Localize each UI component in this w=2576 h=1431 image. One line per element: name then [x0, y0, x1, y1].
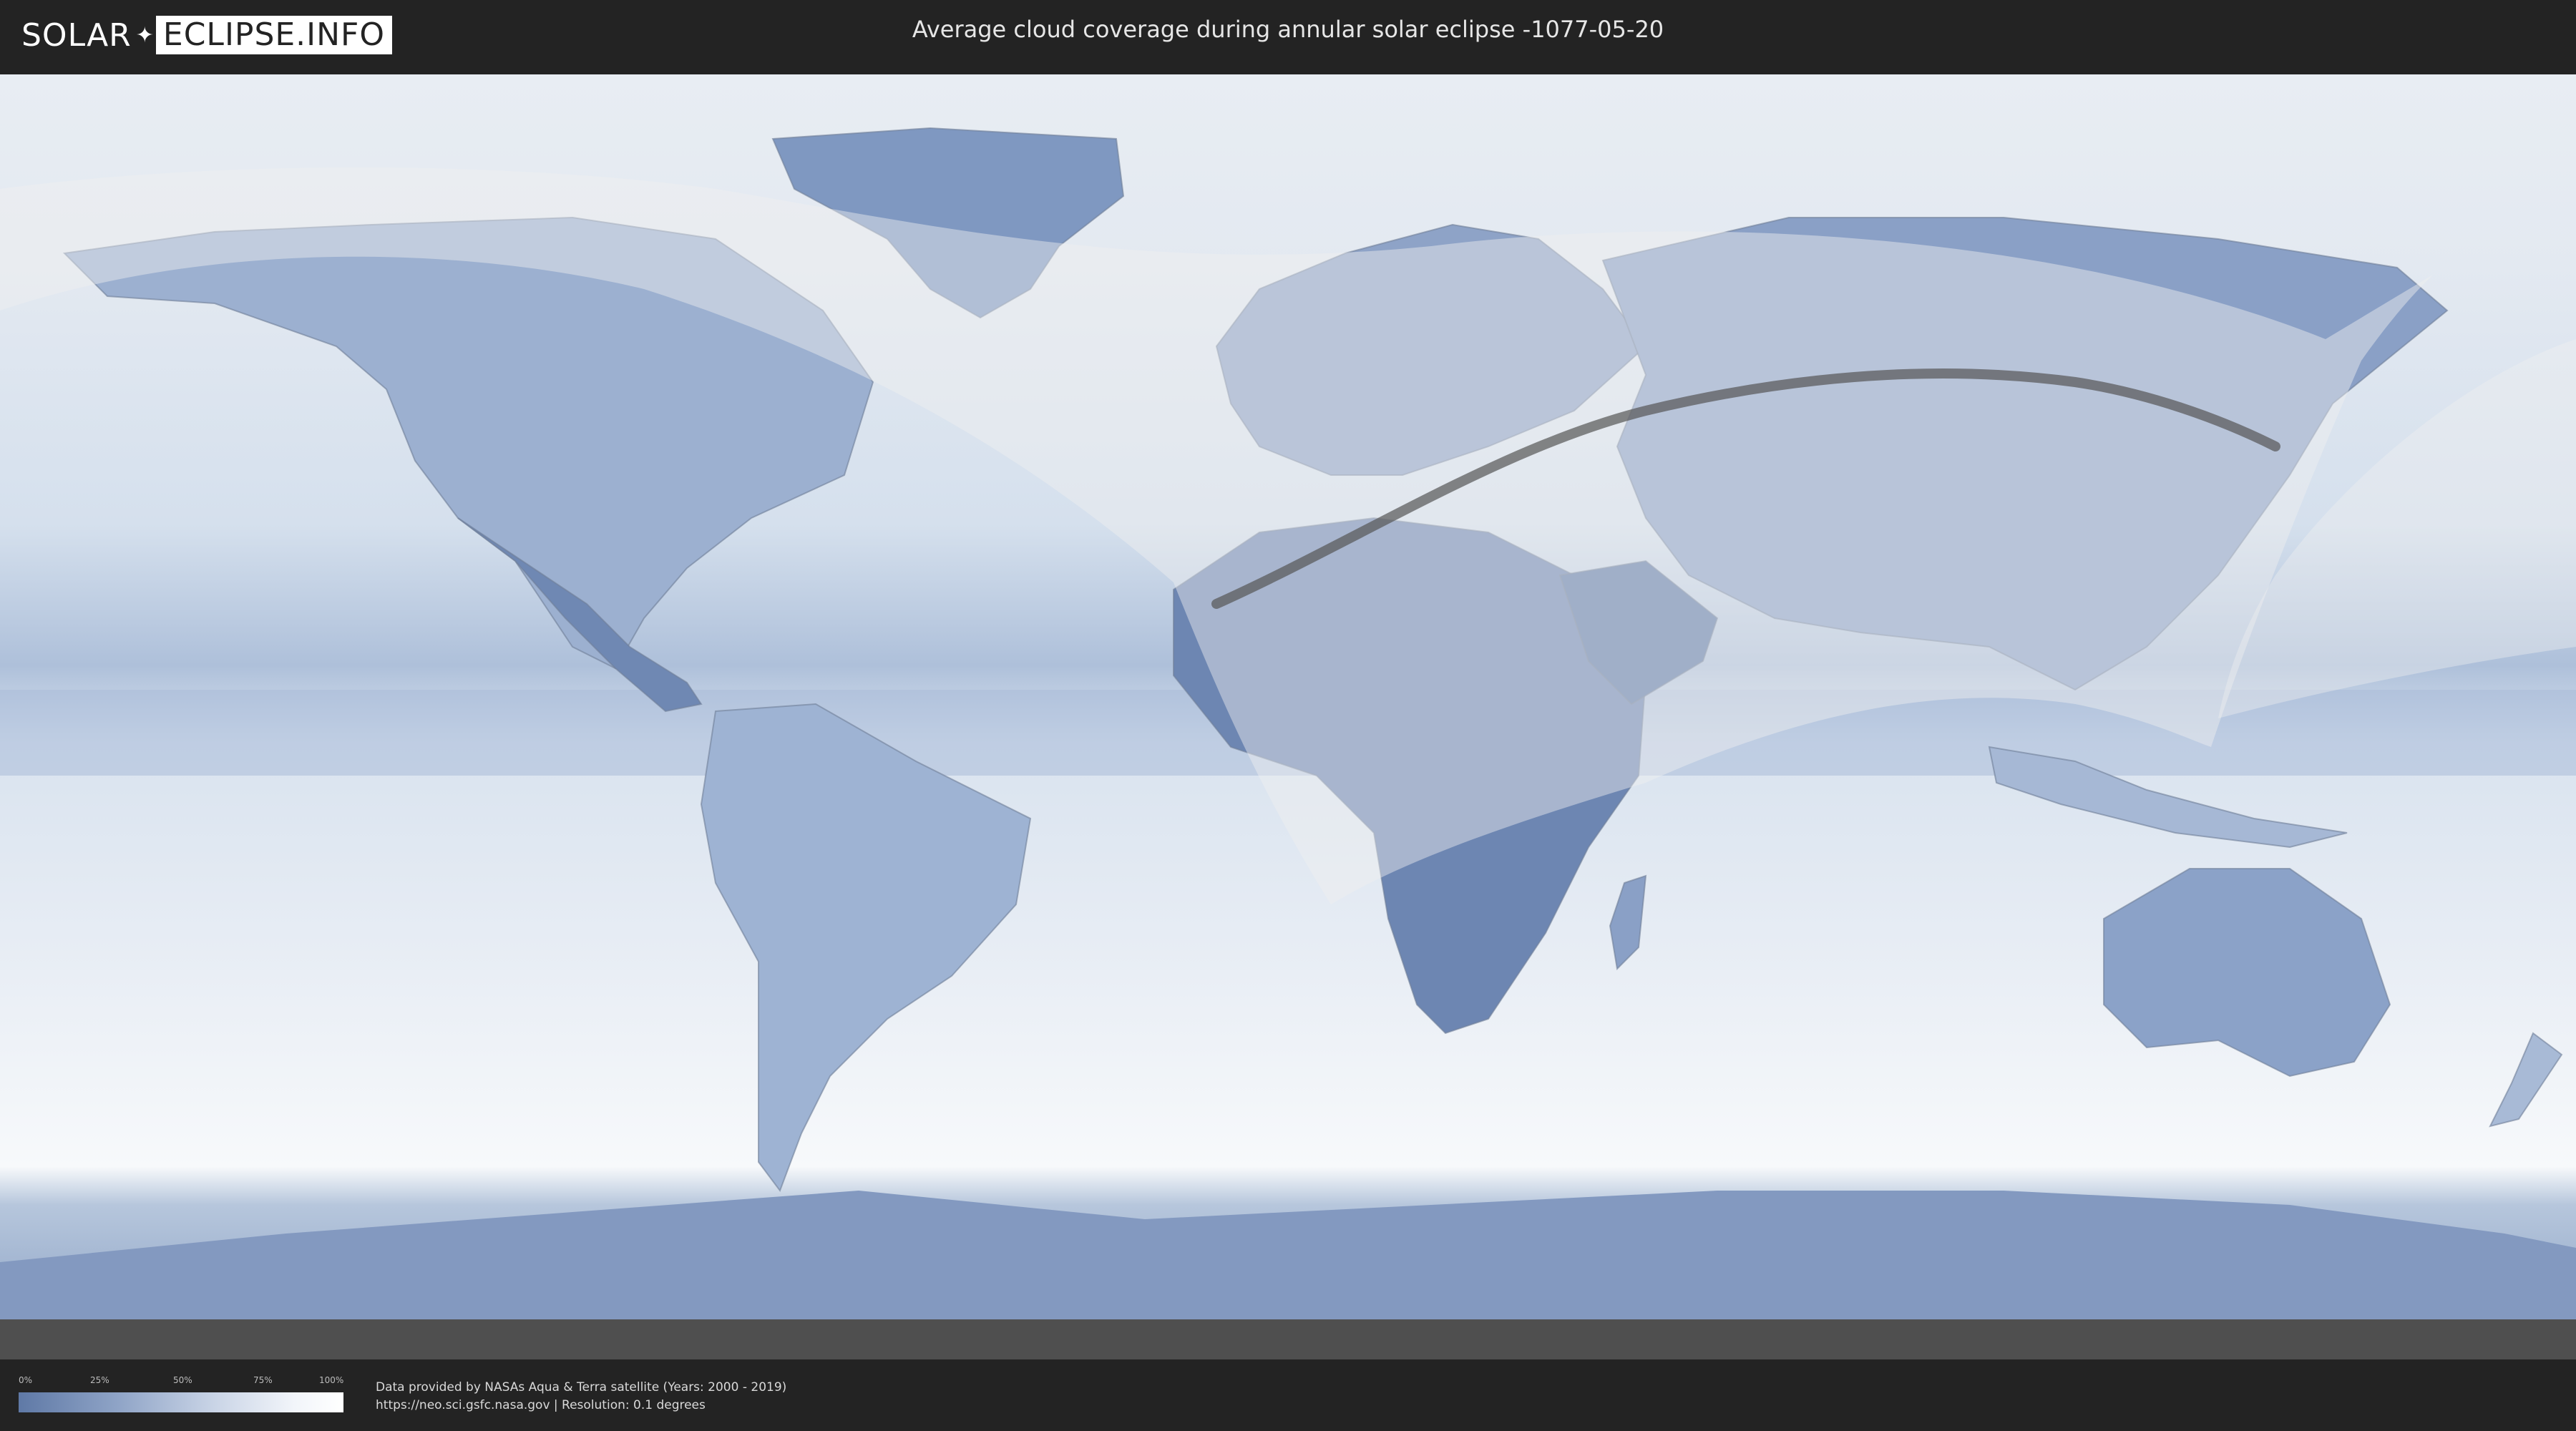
legend-tick: 50%	[173, 1375, 192, 1385]
legend-tick: 100%	[319, 1375, 344, 1385]
legend-tick: 25%	[90, 1375, 109, 1385]
data-source-line: https://neo.sci.gsfc.nasa.gov | Resoluti…	[376, 1398, 706, 1412]
page-title: Average cloud coverage during annular so…	[912, 16, 1664, 43]
cloud-coverage-map	[0, 74, 2576, 1359]
header-bar: SOLAR ✦ ECLIPSE.INFO Average cloud cover…	[0, 0, 2576, 72]
map-bottom-edge	[0, 1319, 2576, 1359]
legend-tick-labels: 0% 25% 50% 75% 100%	[19, 1375, 343, 1387]
legend-tick: 0%	[19, 1375, 33, 1385]
cloud-coverage-legend-bar	[19, 1392, 343, 1412]
legend-tick: 75%	[253, 1375, 273, 1385]
footer-bar	[0, 1359, 2576, 1431]
data-credit-line: Data provided by NASAs Aqua & Terra sate…	[376, 1380, 787, 1395]
